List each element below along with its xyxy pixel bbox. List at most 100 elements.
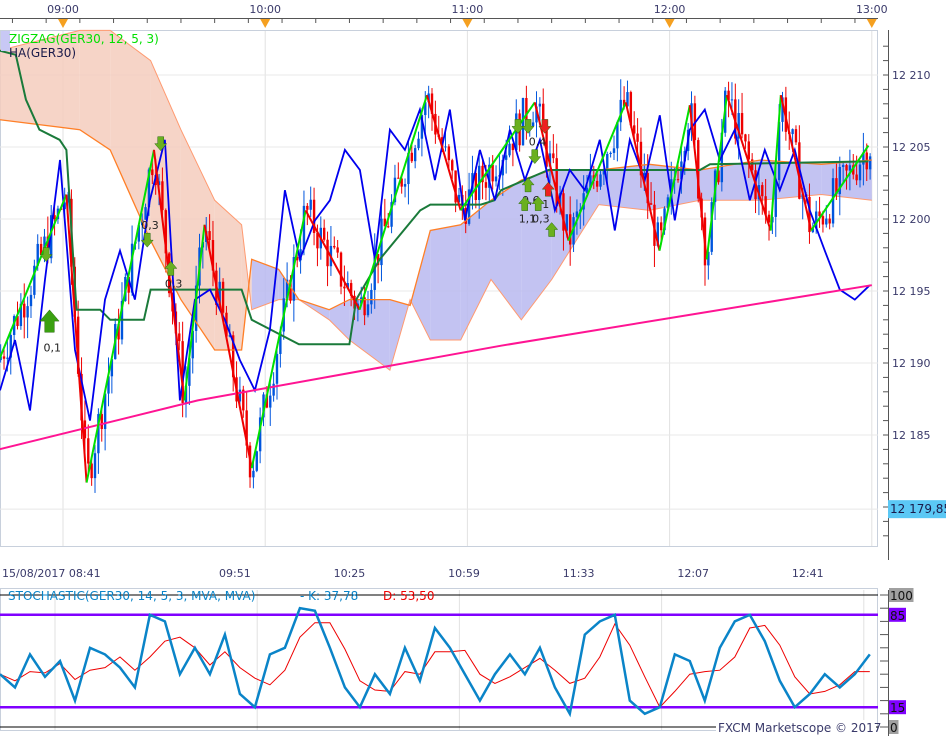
bottom-time-label: 15/08/2017 08:41 [2, 567, 101, 580]
candle-body [410, 152, 413, 162]
price-label: 12 195 [892, 285, 931, 298]
stoch-level-label: 15 [890, 701, 905, 715]
signal-label: 0,4 [529, 136, 547, 149]
candle-body [794, 129, 798, 143]
bottom-time-label: 12:07 [677, 567, 709, 580]
candle-body [336, 247, 339, 253]
candle-body [444, 146, 447, 148]
signal-label: 0,1 [44, 341, 62, 354]
candle-body [730, 99, 734, 101]
candle-body [821, 216, 825, 225]
top-time-label: 10:00 [249, 3, 281, 16]
candle-body [504, 155, 508, 160]
candle-body [252, 470, 255, 478]
cloud-segment [760, 160, 822, 201]
candle-body [494, 176, 498, 182]
candle-body [23, 303, 26, 318]
stochastic-label: STOCHASTIC(GER30, 14, 5, 3, MVA, MVA) [8, 589, 255, 603]
legend-ha: HA(GER30) [9, 46, 76, 60]
hour-marker-icon [58, 19, 68, 28]
candle-body [484, 182, 488, 188]
candle-body [676, 179, 680, 181]
candle-body [343, 286, 346, 289]
candle-body [269, 395, 272, 408]
stochastic-d-value: D: 53,50 [383, 589, 434, 603]
bottom-time-label: 12:41 [792, 567, 824, 580]
candle-body [387, 226, 390, 228]
signal-label: 0,3 [141, 219, 159, 232]
price-axis[interactable]: 12 210 12 205 12 200 12 195 12 190 12 185 12 1… [883, 30, 946, 560]
candle-body [848, 165, 852, 171]
candle-body [333, 245, 336, 248]
price-label: 12 200 [892, 213, 931, 226]
candle-body [93, 453, 97, 479]
candle-body [6, 357, 9, 359]
candle-body [447, 146, 451, 161]
candle-body [151, 169, 154, 176]
candle-body [417, 138, 420, 149]
candle-body [599, 174, 602, 187]
current-price-label: 12 179,85 [890, 502, 946, 516]
candle-body [747, 141, 750, 160]
stoch-level-label: 100 [890, 589, 913, 603]
candle-body [508, 143, 511, 156]
candle-body [322, 227, 326, 240]
candle-body [609, 152, 612, 154]
candle-body [858, 164, 862, 181]
top-time-label: 09:00 [47, 3, 79, 16]
bottom-time-label: 11:33 [563, 567, 595, 580]
candle-body [87, 438, 90, 464]
copyright: FXCM Marketscope © 2017 [718, 721, 881, 735]
candle-body [366, 304, 370, 316]
candle-body [29, 294, 33, 307]
signal-label: 0,3 [165, 277, 183, 290]
stoch-level-label: 0 [890, 721, 898, 735]
candle-body [26, 306, 29, 318]
candle-body [552, 153, 555, 159]
candle-body [491, 164, 494, 182]
cloud-segment [430, 224, 461, 340]
candle-body [855, 174, 858, 181]
candle-body [403, 184, 407, 187]
candle-body [531, 122, 535, 127]
candle-body [636, 133, 639, 142]
candle-body [845, 165, 848, 171]
bottom-time-label: 09:51 [219, 567, 251, 580]
signal-label: 1 [542, 198, 549, 211]
candle-body [451, 160, 454, 171]
candle-body [828, 218, 831, 224]
legend-zigzag: ZIGZAG(GER30, 12, 5, 3) [9, 32, 159, 46]
stochastic-k-value: - K: 37,78 [300, 589, 358, 603]
candle-body [339, 252, 343, 287]
candle-body [272, 383, 275, 396]
candle-body [221, 281, 225, 313]
price-label: 12 210 [892, 69, 931, 82]
candle-body [744, 134, 747, 142]
bottom-time-label: 10:59 [448, 567, 480, 580]
candle-body [841, 165, 845, 167]
candle-body [595, 180, 599, 187]
price-label: 12 185 [892, 429, 931, 442]
candle-body [868, 156, 872, 170]
candle-body [740, 113, 744, 135]
top-time-label: 12:00 [654, 3, 686, 16]
bottom-time-label: 10:25 [334, 567, 366, 580]
candle-body [397, 177, 400, 179]
top-time-axis[interactable]: 09:00 10:00 11:00 12:00 13:00 [0, 3, 888, 28]
candle-body [649, 203, 653, 205]
stoch-level-label: 85 [890, 609, 905, 623]
price-chart[interactable]: 09:00 10:00 11:00 12:00 13:00 0,1 0,3 0,3 0,4 0,… [0, 0, 946, 736]
candle-body [659, 222, 663, 231]
top-time-label: 13:00 [856, 3, 888, 16]
price-label: 12 190 [892, 357, 931, 370]
bottom-time-axis: 15/08/2017 08:41 09:51 10:25 10:59 11:33 12:0… [2, 567, 824, 580]
hour-marker-icon [664, 19, 675, 28]
candle-body [370, 289, 373, 305]
candle-body [306, 205, 309, 210]
candle-body [791, 129, 794, 135]
candle-body [255, 451, 258, 471]
hour-marker-icon [462, 19, 473, 28]
price-label: 12 205 [892, 141, 931, 154]
candle-body [275, 353, 279, 384]
candle-body [612, 148, 616, 153]
